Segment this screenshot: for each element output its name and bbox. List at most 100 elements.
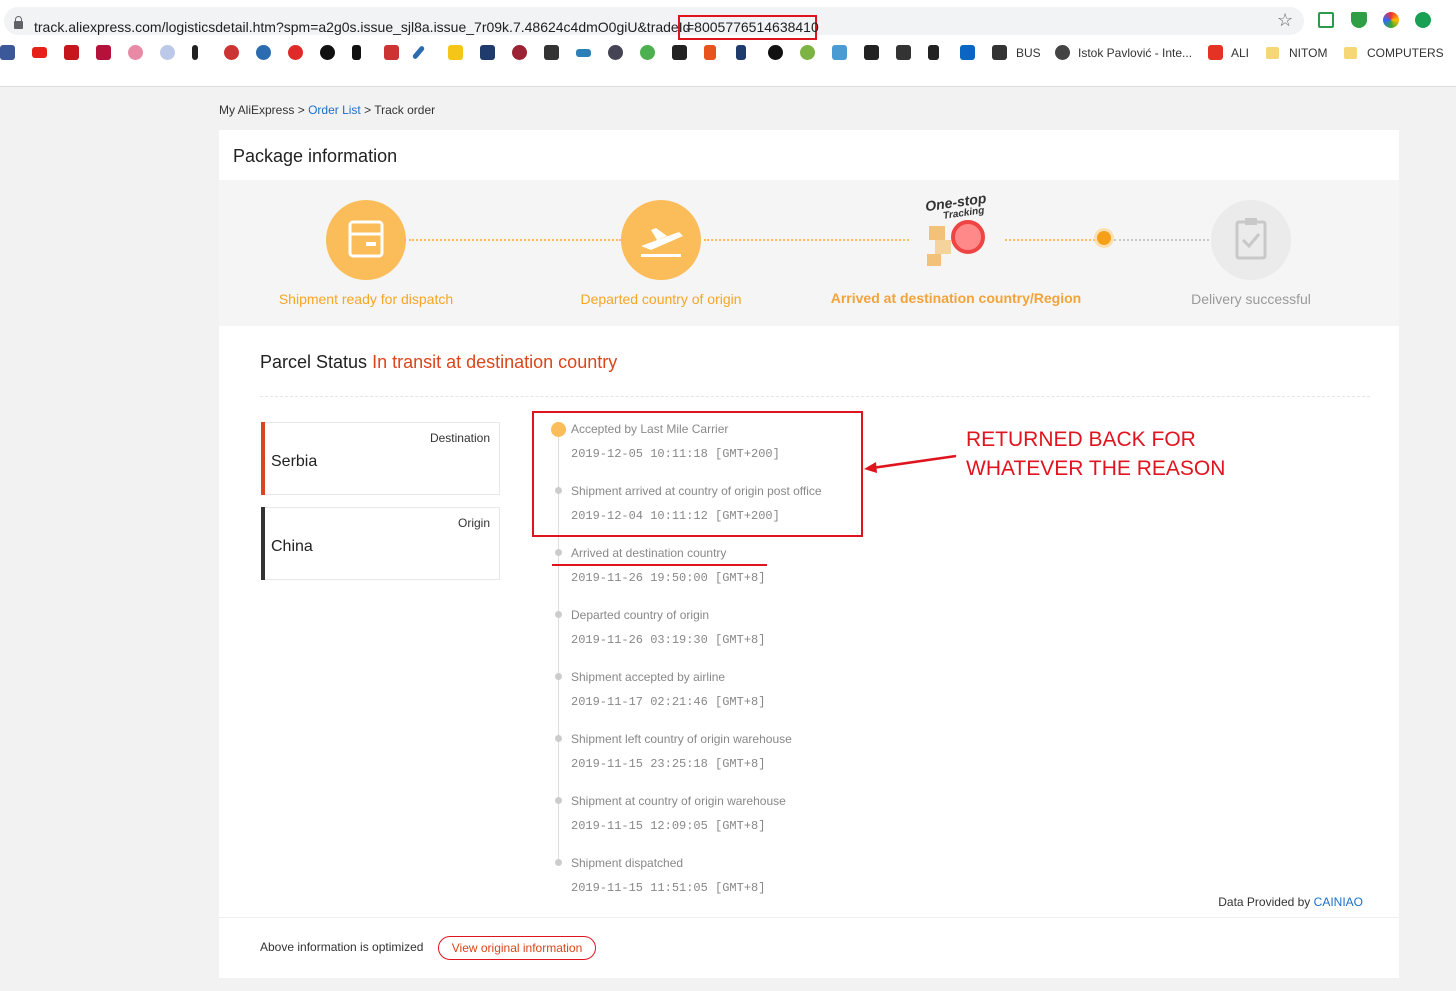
breadcrumb-root[interactable]: My AliExpress	[219, 103, 294, 117]
view-original-button[interactable]: View original information	[438, 936, 596, 960]
annotation-arrow-icon	[864, 454, 957, 473]
step-connector	[409, 239, 621, 241]
bookmark-icon[interactable]	[192, 45, 198, 60]
bookmark-icon[interactable]	[411, 45, 426, 60]
bookmark-icon[interactable]	[288, 45, 303, 60]
step-label-dispatch: Shipment ready for dispatch	[278, 291, 454, 307]
event-title: Shipment dispatched	[571, 856, 684, 870]
bookmark-icon[interactable]	[320, 45, 335, 60]
event-time: 2019-11-15 12:09:05 [GMT+8]	[571, 819, 766, 833]
bookmark-icon[interactable]	[768, 45, 783, 60]
destination-tag: Destination	[429, 431, 490, 445]
event-title: Departed country of origin	[571, 608, 710, 622]
event-time: 2019-11-17 02:21:46 [GMT+8]	[571, 695, 766, 709]
bookmark-icon[interactable]	[256, 45, 271, 60]
bookmark-icon[interactable]	[704, 45, 716, 60]
facebook-icon[interactable]	[0, 45, 15, 60]
event-time: 2019-11-15 23:25:18 [GMT+8]	[571, 757, 766, 771]
shield-extension-icon[interactable]	[1351, 12, 1367, 28]
bookmark-icon[interactable]	[128, 45, 143, 60]
event-dot	[555, 859, 562, 866]
linkedin-icon[interactable]	[960, 45, 975, 60]
gmail-extension-icon[interactable]	[1318, 12, 1334, 28]
boxes-icon	[927, 224, 955, 268]
bookmark-icon[interactable]	[640, 45, 655, 60]
play-icon[interactable]	[352, 45, 361, 60]
parcel-status-value: In transit at destination country	[372, 352, 618, 372]
annotation-line-1: RETURNED BACK FOR	[966, 428, 1196, 451]
bookmark-icon[interactable]	[160, 45, 175, 60]
breadcrumb-current: Track order	[374, 103, 436, 117]
page-title: Package information	[233, 146, 398, 166]
youtube-icon[interactable]	[32, 47, 47, 58]
leaf-extension-icon[interactable]	[1415, 12, 1431, 28]
step-label-arrived: Arrived at destination country/Region	[830, 290, 1082, 306]
airplane-icon	[621, 200, 701, 280]
bookmark-icon[interactable]	[64, 45, 79, 60]
bookmark-icon[interactable]	[672, 45, 687, 60]
bookmark-star-icon[interactable]: ☆	[1277, 10, 1293, 31]
bookmark-icon[interactable]	[576, 49, 591, 57]
event-title: Shipment left country of origin warehous…	[571, 732, 792, 746]
magnifier-icon	[951, 220, 985, 254]
event-dot	[555, 611, 562, 618]
folder-icon[interactable]	[1344, 47, 1357, 59]
folder-icon[interactable]	[1266, 47, 1279, 59]
bookmark-icon[interactable]	[384, 45, 399, 60]
bookmark-icon[interactable]	[608, 45, 623, 60]
bookmark-nitom[interactable]: NITOM	[1289, 46, 1327, 60]
breadcrumb-separator: >	[364, 103, 372, 117]
bookmark-icon[interactable]	[480, 45, 495, 60]
footer-divider	[219, 917, 1399, 918]
bookmark-istok[interactable]: Istok Pavlović - Inte...	[1078, 46, 1192, 60]
bookmark-icon[interactable]	[512, 45, 527, 60]
origin-country: China	[271, 538, 313, 555]
event-dot	[555, 797, 562, 804]
footer-text: Above information is optimized	[260, 940, 424, 954]
origin-box: Origin China	[261, 507, 500, 580]
globe-icon[interactable]	[1055, 45, 1070, 60]
progress-steps: One-stop Tracking Shipment ready for dis…	[219, 180, 1399, 326]
event-time: 2019-11-26 19:50:00 [GMT+8]	[571, 571, 766, 585]
bookmark-icon[interactable]	[736, 45, 746, 60]
step-label-delivered: Delivery successful	[1191, 291, 1311, 307]
data-provider: Data Provided by CAINIAO	[1218, 895, 1363, 909]
bookmark-icon[interactable]	[864, 45, 879, 60]
bookmark-icon[interactable]	[800, 45, 815, 60]
aliexpress-icon[interactable]	[1208, 45, 1223, 60]
step-connector	[704, 239, 909, 241]
bookmark-icon[interactable]	[224, 45, 239, 60]
lock-icon	[14, 16, 23, 29]
address-bar[interactable]: track.aliexpress.com/logisticsdetail.htm…	[4, 7, 1304, 40]
bookmark-bus[interactable]: BUS	[1016, 46, 1041, 60]
cainiao-link[interactable]: CAINIAO	[1314, 895, 1363, 909]
bookmark-ali[interactable]: ALI	[1231, 46, 1249, 60]
bookmark-icon[interactable]	[928, 45, 939, 60]
bookmark-icon[interactable]	[896, 45, 911, 60]
bus-icon[interactable]	[992, 45, 1007, 60]
annotation-underline	[552, 564, 767, 566]
breadcrumb-order-list-link[interactable]: Order List	[308, 103, 361, 117]
current-step-dot	[1097, 231, 1111, 245]
breadcrumb: My AliExpress > Order List > Track order	[219, 103, 435, 117]
bookmark-computers[interactable]: COMPUTERS	[1367, 46, 1444, 60]
parcel-status: Parcel Status In transit at destination …	[260, 352, 617, 373]
bookmark-icon[interactable]	[96, 45, 111, 60]
step-connector	[1005, 239, 1095, 241]
event-dot	[555, 673, 562, 680]
event-title: Arrived at destination country	[571, 546, 727, 560]
destination-box: Destination Serbia	[261, 422, 500, 495]
destination-country: Serbia	[271, 453, 318, 470]
event-time: 2019-11-15 11:51:05 [GMT+8]	[571, 881, 766, 895]
divider	[260, 396, 1370, 397]
clipboard-check-icon	[1211, 200, 1291, 280]
url-text[interactable]: track.aliexpress.com/logisticsdetail.htm…	[34, 19, 690, 35]
bookmark-icon[interactable]	[832, 45, 847, 60]
package-card: Package information One-stop Tracking Sh…	[219, 130, 1399, 978]
bookmark-icon[interactable]	[544, 45, 559, 60]
browser-chrome: track.aliexpress.com/logisticsdetail.htm…	[0, 0, 1456, 87]
color-extension-icon[interactable]	[1383, 12, 1399, 28]
annotation-note: RETURNED BACK FOR WHATEVER THE REASON	[966, 425, 1225, 483]
imdb-icon[interactable]	[448, 45, 463, 60]
event-title: Shipment at country of origin warehouse	[571, 794, 786, 808]
